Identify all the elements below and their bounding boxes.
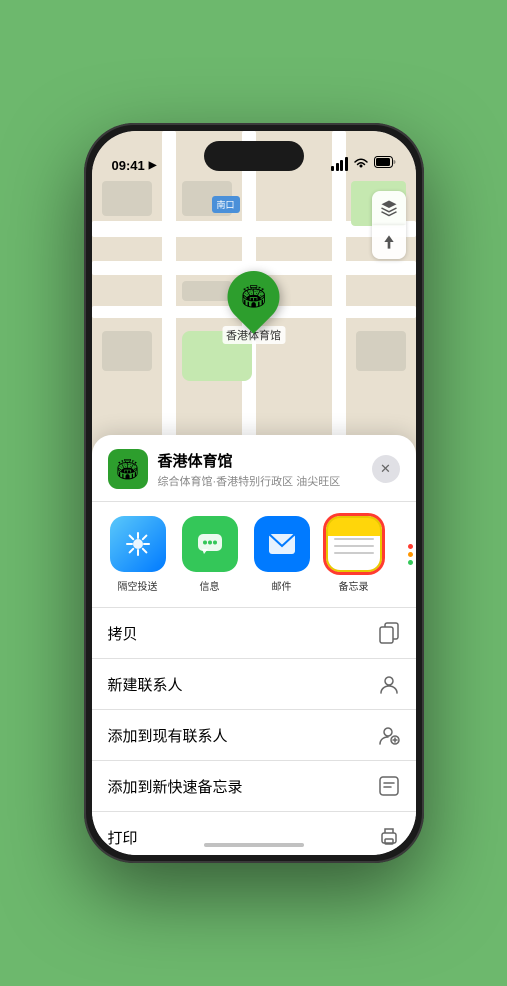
signal-bar-1 — [331, 166, 334, 171]
share-airdrop[interactable]: 隔空投送 — [108, 516, 168, 593]
sheet-header: 🏟 香港体育馆 综合体育馆·香港特别行政区 油尖旺区 ✕ — [92, 435, 416, 502]
pin-stadium-icon: 🏟 — [240, 284, 268, 310]
airdrop-icon — [110, 516, 166, 572]
signal-bar-3 — [340, 160, 343, 171]
status-time: 09:41 ▶ — [112, 158, 157, 173]
quick-note-icon — [378, 775, 400, 797]
signal-bar-4 — [345, 157, 348, 171]
action-new-contact[interactable]: 新建联系人 — [92, 659, 416, 710]
map-controls[interactable] — [372, 191, 406, 259]
print-icon — [378, 826, 400, 848]
notes-icon — [326, 516, 382, 572]
copy-icon — [378, 622, 400, 644]
share-notes[interactable]: 备忘录 — [324, 516, 384, 593]
action-add-contact[interactable]: 添加到现有联系人 — [92, 710, 416, 761]
dot-orange — [408, 552, 413, 557]
map-layers-button[interactable] — [372, 191, 406, 225]
location-button[interactable] — [372, 225, 406, 259]
mail-label: 邮件 — [272, 578, 292, 593]
close-button[interactable]: ✕ — [372, 455, 400, 483]
venue-name: 香港体育馆 — [158, 450, 362, 471]
dot-red — [408, 544, 413, 549]
action-print[interactable]: 打印 — [92, 812, 416, 855]
location-arrow-icon: ▶ — [149, 160, 157, 171]
messages-label: 信息 — [200, 578, 220, 593]
notes-label: 备忘录 — [339, 578, 369, 593]
notes-line-2 — [334, 545, 374, 547]
share-row: 隔空投送 信息 — [92, 502, 416, 608]
home-indicator — [204, 843, 304, 847]
battery-icon — [374, 155, 396, 173]
pin-circle: 🏟 — [217, 260, 291, 334]
time-display: 09:41 — [112, 158, 145, 173]
new-contact-label: 新建联系人 — [108, 674, 183, 695]
map-block-1 — [102, 181, 152, 216]
venue-icon: 🏟 — [108, 449, 148, 489]
dot-green — [408, 560, 413, 565]
map-label: 南口 — [212, 196, 240, 213]
dynamic-island — [204, 141, 304, 171]
add-contact-icon — [378, 724, 400, 746]
quick-note-label: 添加到新快速备忘录 — [108, 776, 243, 797]
share-mail[interactable]: 邮件 — [252, 516, 312, 593]
status-icons — [331, 155, 396, 173]
signal-bars-icon — [331, 157, 348, 171]
venue-subtitle: 综合体育馆·香港特别行政区 油尖旺区 — [158, 473, 362, 489]
messages-icon — [182, 516, 238, 572]
notes-lines-decoration — [334, 538, 374, 554]
add-contact-label: 添加到现有联系人 — [108, 725, 228, 746]
share-more-dots — [396, 544, 416, 565]
mail-icon — [254, 516, 310, 572]
phone-screen: 09:41 ▶ — [92, 131, 416, 855]
bottom-sheet: 🏟 香港体育馆 综合体育馆·香港特别行政区 油尖旺区 ✕ — [92, 435, 416, 855]
action-quick-note[interactable]: 添加到新快速备忘录 — [92, 761, 416, 812]
map-block-5 — [356, 331, 406, 371]
action-list: 拷贝 新建联系人 添加到现有联系人 — [92, 608, 416, 855]
action-copy[interactable]: 拷贝 — [92, 608, 416, 659]
copy-label: 拷贝 — [108, 623, 138, 644]
notes-line-1 — [334, 538, 374, 540]
print-label: 打印 — [108, 827, 138, 848]
map-block-4 — [102, 331, 152, 371]
signal-bar-2 — [336, 163, 339, 171]
phone-frame: 09:41 ▶ — [84, 123, 424, 863]
notes-line-3 — [334, 552, 374, 554]
stadium-pin[interactable]: 🏟 香港体育馆 — [222, 271, 285, 344]
venue-info: 香港体育馆 综合体育馆·香港特别行政区 油尖旺区 — [158, 450, 362, 489]
airdrop-label: 隔空投送 — [118, 578, 158, 593]
dots-container — [408, 544, 413, 565]
wifi-icon — [353, 157, 369, 172]
share-messages[interactable]: 信息 — [180, 516, 240, 593]
new-contact-icon — [378, 673, 400, 695]
